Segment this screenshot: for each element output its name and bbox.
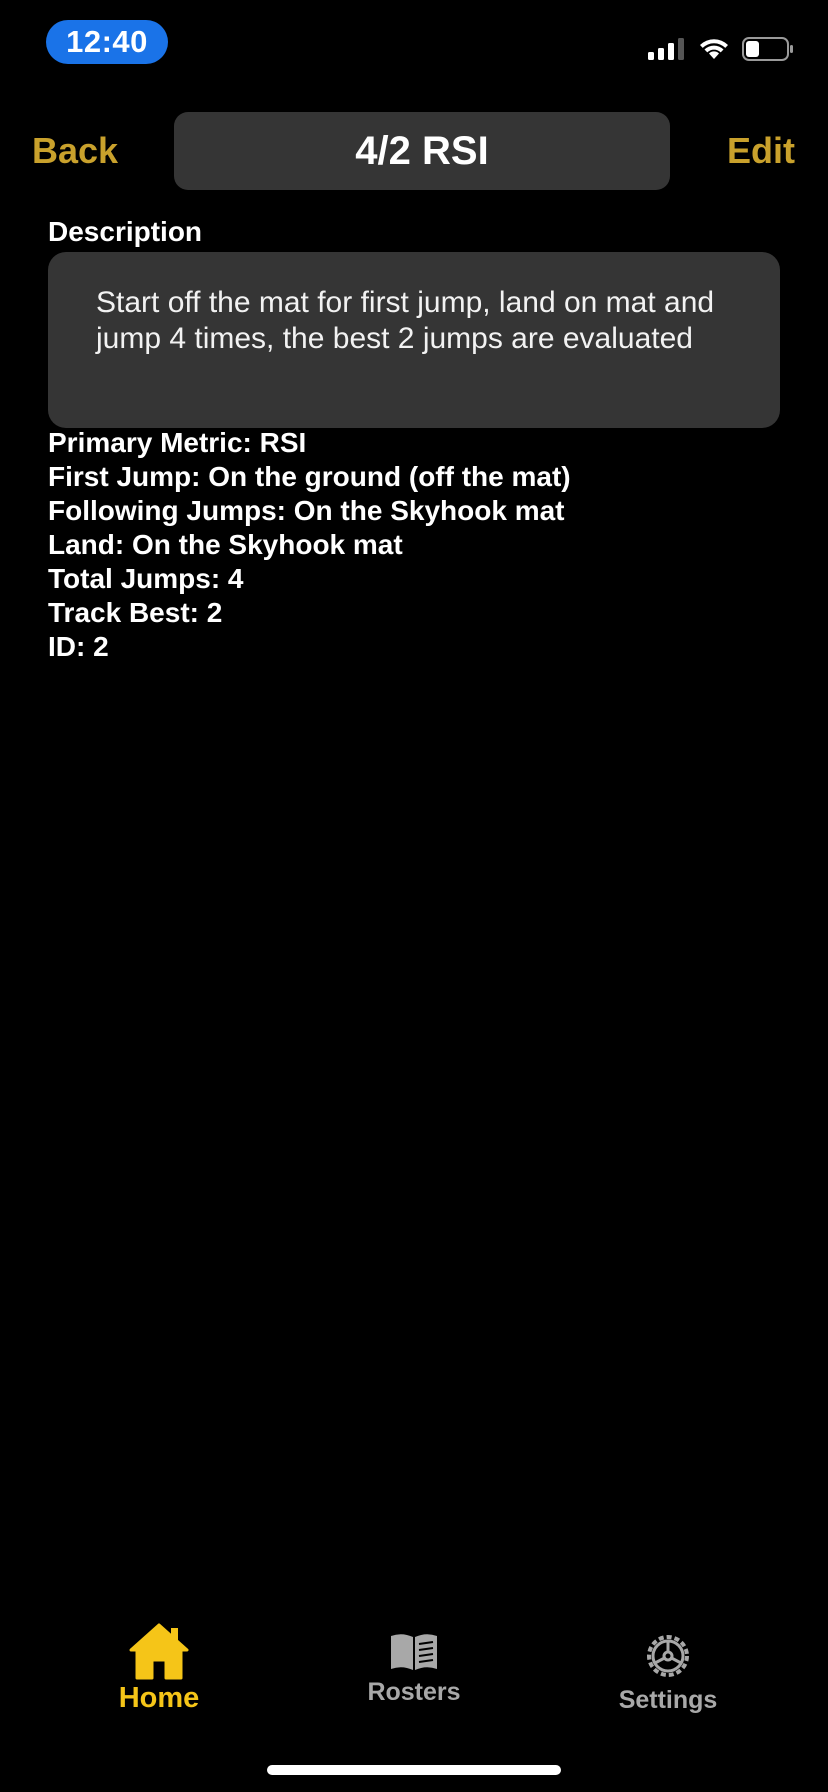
detail-id: ID: 2 xyxy=(48,631,109,662)
tab-home[interactable]: Home xyxy=(49,1622,269,1715)
tab-settings-label: Settings xyxy=(618,1686,718,1714)
page-title: 4/2 RSI xyxy=(174,112,670,190)
detail-track-best: Track Best: 2 xyxy=(48,597,223,628)
description-box: Start off the mat for first jump, land o… xyxy=(48,252,780,428)
edit-button[interactable]: Edit xyxy=(727,130,795,172)
status-time: 12:40 xyxy=(46,20,168,64)
detail-primary-metric: Primary Metric: RSI xyxy=(48,427,307,458)
cellular-signal-icon xyxy=(648,38,684,60)
home-indicator[interactable] xyxy=(267,1765,561,1775)
tab-home-label: Home xyxy=(118,1682,200,1714)
tab-rosters-label: Rosters xyxy=(367,1678,461,1706)
detail-total-jumps: Total Jumps: 4 xyxy=(48,563,244,594)
book-icon xyxy=(391,1634,437,1670)
wifi-icon xyxy=(700,39,728,59)
description-heading: Description xyxy=(48,216,203,247)
detail-following-jumps: Following Jumps: On the Skyhook mat xyxy=(48,495,565,526)
detail-first-jump: First Jump: On the ground (off the mat) xyxy=(48,461,571,492)
tab-settings[interactable]: Settings xyxy=(558,1632,778,1715)
protocol-details: Primary Metric: RSI First Jump: On the g… xyxy=(48,426,571,664)
battery-icon xyxy=(742,37,793,61)
description-text: Start off the mat for first jump, land o… xyxy=(96,286,715,355)
tab-rosters[interactable]: Rosters xyxy=(304,1632,524,1707)
back-button[interactable]: Back xyxy=(32,130,118,172)
home-icon xyxy=(129,1623,189,1680)
detail-land: Land: On the Skyhook mat xyxy=(48,529,403,560)
status-icons xyxy=(648,34,794,64)
gear-icon xyxy=(647,1635,689,1677)
